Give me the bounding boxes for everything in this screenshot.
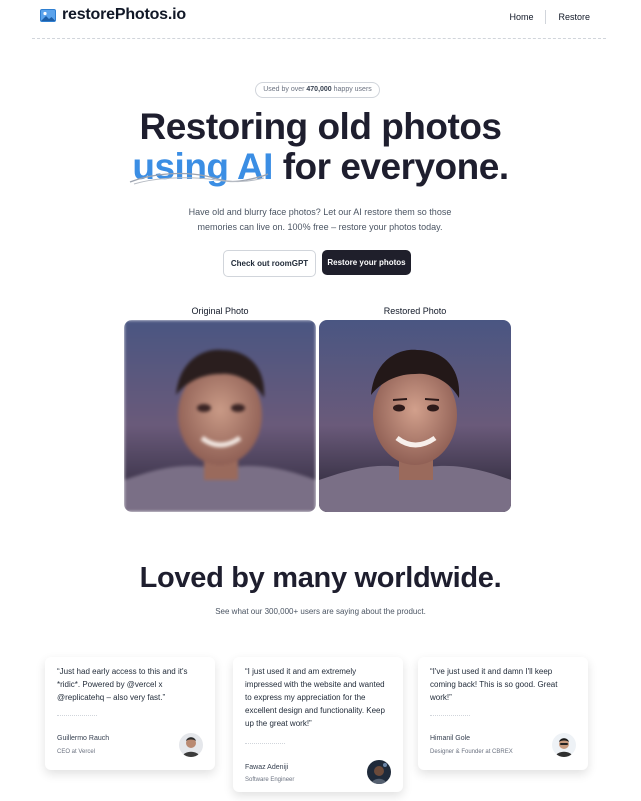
restored-photo-label: Restored Photo <box>383 306 447 316</box>
testimonial-name: Fawaz Adeniji <box>245 764 289 771</box>
usage-badge-count: 470,000 <box>306 86 332 93</box>
hero-title-line2: using AI for everyone. <box>0 147 641 187</box>
testimonial-name: Himanil Gole <box>430 735 471 742</box>
nav-home-link[interactable]: Home <box>509 12 533 22</box>
testimonial-divider <box>245 743 285 744</box>
usage-badge-prefix: Used by over <box>263 86 307 93</box>
restore-photos-button[interactable]: Restore your photos <box>322 250 411 275</box>
testimonials-subtitle: See what our 300,000+ users are saying a… <box>215 607 426 616</box>
photo-icon <box>40 8 56 22</box>
logo-text: restorePhotos.io <box>62 6 186 23</box>
site-header: restorePhotos.io Home Restore <box>32 0 606 39</box>
testimonial-role: CEO at Vercel <box>57 749 96 755</box>
testimonial-divider <box>57 715 97 716</box>
testimonial-role: Software Engineer <box>245 777 295 783</box>
avatar <box>367 760 391 784</box>
hero-title: Restoring old photos using AI for everyo… <box>0 107 641 187</box>
testimonial-name: Guillermo Rauch <box>57 735 110 742</box>
testimonial-divider <box>430 715 470 716</box>
original-photo-label: Original Photo <box>191 306 249 316</box>
avatar <box>552 733 576 757</box>
testimonial-quote: “I just used it and am extremely impress… <box>245 667 385 728</box>
testimonial-card: “I just used it and am extremely impress… <box>233 657 403 792</box>
hero-title-line1: Restoring old photos <box>139 106 502 147</box>
testimonial-quote: “I've just used it and damn I'll keep co… <box>430 667 558 702</box>
nav-divider <box>545 10 547 24</box>
roomgpt-button[interactable]: Check out roomGPT <box>223 250 316 277</box>
avatar <box>179 733 203 757</box>
testimonial-role: Designer & Founder at CBREX <box>430 749 513 755</box>
restored-photo <box>319 320 511 512</box>
original-photo <box>124 320 316 512</box>
hero-title-rest: for everyone. <box>272 146 509 187</box>
nav-restore-link[interactable]: Restore <box>558 12 590 22</box>
hero-description: Have old and blurry face photos? Let our… <box>188 207 452 232</box>
underline-scribble <box>129 172 269 185</box>
testimonial-quote: “Just had early access to this and it's … <box>57 667 188 702</box>
usage-badge: Used by over 470,000 happy users <box>255 82 380 98</box>
testimonial-card: “Just had early access to this and it's … <box>45 657 215 770</box>
testimonial-card: “I've just used it and damn I'll keep co… <box>418 657 588 770</box>
usage-badge-suffix: happy users <box>331 86 372 93</box>
logo[interactable]: restorePhotos.io <box>40 6 186 24</box>
top-nav: Home Restore <box>509 10 590 24</box>
testimonials-title: Loved by many worldwide. <box>139 562 502 594</box>
